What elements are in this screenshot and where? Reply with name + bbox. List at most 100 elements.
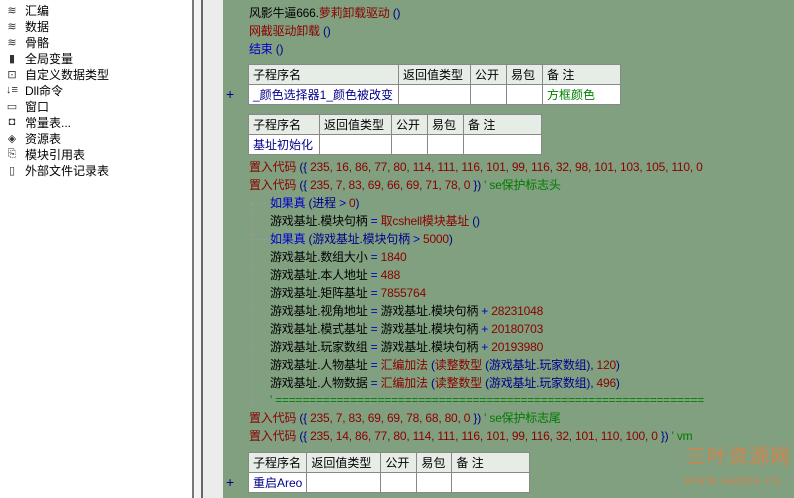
code-line[interactable]: 如果真 (游戏基址.模块句柄 > 5000) [270, 230, 453, 248]
watermark-title: 三叶资源网 [686, 444, 791, 468]
code-line[interactable]: 置入代码 ({ 235, 7, 83, 69, 66, 69, 71, 78, … [249, 176, 561, 194]
sub-remark[interactable] [463, 134, 542, 155]
code-line[interactable]: 游戏基址.模式基址 = 游戏基址.模块句柄 + 20180703 [270, 320, 543, 338]
sub-name[interactable]: _颜色选择器1_颜色被改变 [248, 84, 399, 105]
code-line[interactable]: 游戏基址.人物数据 = 汇编加法 (读整数型 (游戏基址.玩家数组), 496) [270, 374, 620, 392]
code-token: 如果真 [270, 196, 306, 210]
code-token: 置入代码 [249, 178, 297, 192]
tree-item[interactable]: ▮ 全局变量 [4, 50, 73, 66]
code-token: ( [427, 358, 435, 372]
sub-cell[interactable] [306, 472, 382, 493]
code-token: 如果真 [270, 232, 306, 246]
sub-row[interactable]: 基址初始化 [248, 134, 542, 155]
sub-cell[interactable] [506, 84, 543, 105]
tree-item[interactable]: ≋ 汇编 [4, 2, 49, 18]
code-line[interactable]: 置入代码 ({ 235, 14, 86, 77, 80, 114, 111, 1… [249, 427, 693, 445]
code-token: 游戏基址.人物数据 [270, 376, 371, 390]
code-token: = [370, 340, 381, 354]
column-header: 返回值类型 [319, 114, 392, 135]
code-line[interactable]: 结束 () [249, 40, 284, 58]
code-token: ' vm [668, 429, 693, 443]
sub-cell[interactable] [427, 134, 464, 155]
code-line[interactable]: 如果真 (进程 > 0) [270, 194, 360, 212]
code-line[interactable]: 置入代码 ({ 235, 7, 83, 69, 69, 78, 68, 80, … [249, 409, 561, 427]
code-line[interactable]: 游戏基址.视角地址 = 游戏基址.模块句柄 + 28231048 [270, 302, 543, 320]
tree-item[interactable]: ≋ 数据 [4, 18, 49, 34]
sub-cell[interactable] [470, 84, 507, 105]
column-header: 备 注 [451, 452, 531, 473]
sub-name[interactable]: 基址初始化 [248, 134, 320, 155]
code-token: + [481, 340, 492, 354]
tree-item[interactable]: ◈ 资源表 [4, 130, 61, 146]
code-token: 汇编加法 [380, 358, 428, 372]
code-token: ({ [296, 160, 311, 174]
column-header: 公开 [380, 452, 418, 473]
tree-item[interactable]: ▯ 外部文件记录表 [4, 162, 109, 178]
code-token: 235, 14, 86, 77, 80, 114, 111, 116, 101,… [310, 429, 658, 443]
code-token: ({ [296, 178, 311, 192]
tree-item[interactable]: ≋ 骨骼 [4, 34, 49, 50]
sub-cell[interactable] [416, 472, 453, 493]
code-token: 1840 [380, 250, 407, 264]
column-header: 公开 [391, 114, 428, 135]
code-line[interactable]: 游戏基址.数组大小 = 1840 [270, 248, 407, 266]
code-token: 28231048 [491, 304, 544, 318]
code-line[interactable]: 游戏基址.人物基址 = 汇编加法 (读整数型 (游戏基址.玩家数组), 120) [270, 356, 620, 374]
tree-item-label: 数据 [25, 19, 50, 34]
code-token: 游戏基址.矩阵基址 [270, 286, 371, 300]
code-token: 游戏基址.模块句柄 [270, 214, 371, 228]
code-token: + [481, 322, 492, 336]
sub-row[interactable]: _颜色选择器1_颜色被改变 方框颜色 [248, 84, 621, 105]
tree-item[interactable]: ⎘ 模块引用表 [4, 146, 85, 162]
code-line[interactable]: ' ======================================… [270, 391, 704, 409]
expand-sub1-icon[interactable]: + [226, 86, 234, 102]
code-token: () [389, 6, 401, 20]
code-line[interactable]: 置入代码 ({ 235, 16, 86, 77, 80, 114, 111, 1… [249, 158, 703, 176]
code-line[interactable]: 风影牛逼666.萝莉卸载驱动 () [249, 4, 401, 22]
column-header: 易包 [427, 114, 464, 135]
code-line[interactable]: 网截驱动卸载 () [249, 22, 331, 40]
sub-remark[interactable]: 方框颜色 [542, 84, 621, 105]
sub-cell[interactable] [391, 134, 428, 155]
code-token: 235, 7, 83, 69, 66, 69, 71, 78, 0 [310, 178, 471, 192]
code-token: 汇编加法 [380, 376, 428, 390]
code-token: 235, 16, 86, 77, 80, 114, 111, 116, 101,… [310, 160, 703, 174]
code-token: 7855764 [380, 286, 427, 300]
code-line[interactable]: 游戏基址.矩阵基址 = 7855764 [270, 284, 426, 302]
sub-cell[interactable] [398, 84, 471, 105]
tree-item-label: Dll命令 [25, 83, 63, 98]
code-token: ) [615, 376, 620, 390]
code-token: 置入代码 [249, 160, 297, 174]
tree-item-label: 汇编 [25, 3, 50, 18]
code-token: 游戏基址.本人地址 [270, 268, 371, 282]
column-header: 易包 [506, 64, 543, 85]
sub-cell[interactable] [319, 134, 392, 155]
code-token: ({ [296, 411, 311, 425]
project-tree: ≋ 汇编 ≋ 数据 ≋ 骨骼 ▮ 全局变量 ⊡ 自定义数据类型 ↓≡ Dll命令 ▭ 窗口 ◘ 常量表... ◈… [0, 0, 192, 498]
sub-remark[interactable] [451, 472, 531, 493]
code-token: 置入代码 [249, 411, 297, 425]
code-token: ({ [296, 429, 311, 443]
flow-guide-branch [251, 239, 267, 240]
code-token: 120 [596, 358, 617, 372]
column-header: 子程序名 [248, 114, 320, 135]
column-header: 公开 [470, 64, 507, 85]
tree-item[interactable]: ◘ 常量表... [4, 114, 71, 130]
column-header: 备 注 [463, 114, 542, 135]
resource-table-icon: ◈ [7, 132, 17, 145]
tree-item[interactable]: ⊡ 自定义数据类型 [4, 66, 109, 82]
sub-cell[interactable] [380, 472, 418, 493]
sub-row[interactable]: 重启Areo [247, 472, 531, 493]
tree-item-label: 窗口 [25, 99, 50, 114]
code-line[interactable]: 游戏基址.玩家数组 = 游戏基址.模块句柄 + 20193980 [270, 338, 543, 356]
code-token: }) [470, 178, 482, 192]
splitter-bar[interactable] [194, 0, 201, 498]
tree-item[interactable]: ↓≡ Dll命令 [4, 82, 63, 98]
code-line[interactable]: 游戏基址.模块句柄 = 取cshell模块基址 () [270, 212, 480, 230]
tree-item[interactable]: ▭ 窗口 [4, 98, 49, 114]
expand-sub3-icon[interactable]: + [226, 474, 234, 490]
code-line[interactable]: 游戏基址.本人地址 = 488 [270, 266, 400, 284]
sub-name[interactable]: 重启Areo [247, 472, 308, 493]
watermark-url: www.sanye.cx [684, 473, 782, 487]
code-token: = [370, 376, 381, 390]
